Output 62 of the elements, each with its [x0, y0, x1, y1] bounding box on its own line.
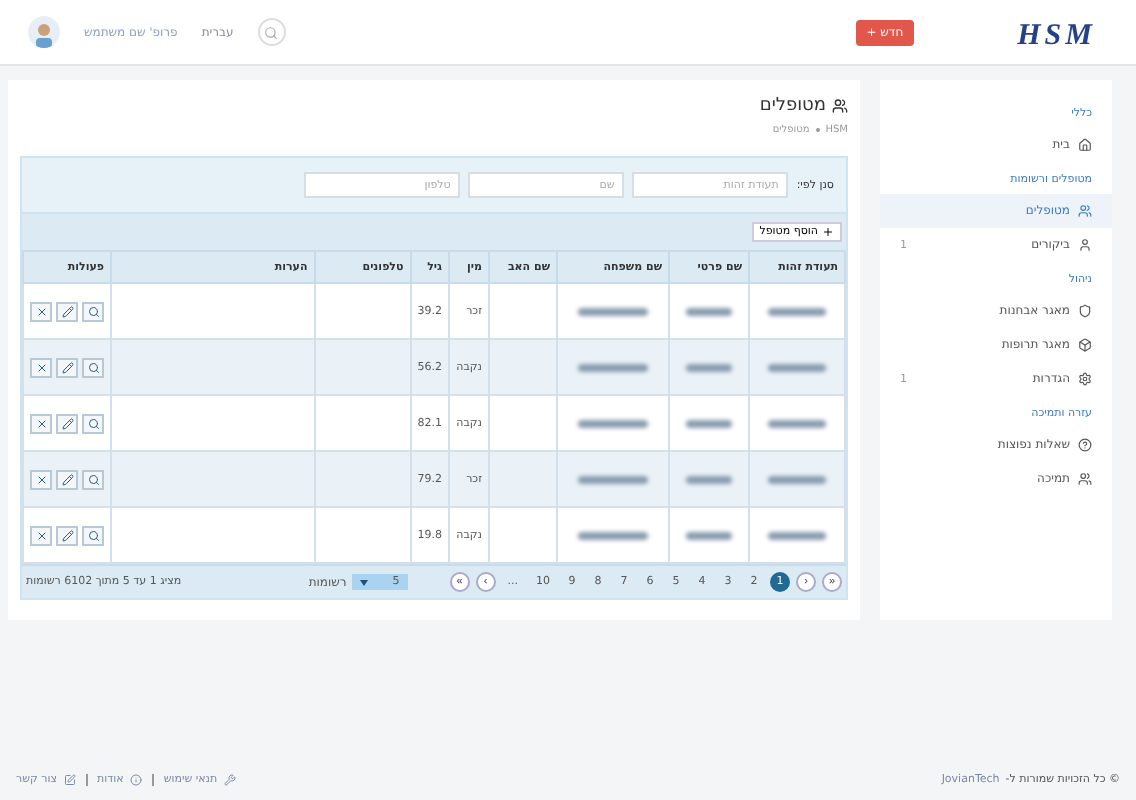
blurred-text	[685, 363, 733, 371]
search-icon	[87, 473, 99, 485]
blurred-text	[768, 307, 826, 315]
edit-button[interactable]	[56, 469, 78, 489]
edit-button[interactable]	[56, 301, 78, 321]
home-icon	[1078, 138, 1092, 152]
close-icon	[35, 529, 47, 541]
avatar-icon[interactable]	[28, 16, 60, 48]
delete-button[interactable]	[30, 357, 52, 377]
blurred-text	[685, 475, 733, 483]
pencil-icon	[61, 473, 73, 485]
blurred-text	[578, 475, 648, 483]
delete-button[interactable]	[30, 525, 52, 545]
blurred-text	[685, 419, 733, 427]
blurred-text	[685, 531, 733, 539]
caret-icon	[360, 579, 369, 585]
search-icon	[87, 529, 99, 541]
blurred-text	[578, 307, 648, 315]
edit-button[interactable]	[56, 525, 78, 545]
search-icon	[87, 417, 99, 429]
delete-button[interactable]	[30, 413, 52, 433]
delete-button[interactable]	[30, 301, 52, 321]
blurred-text	[578, 419, 648, 427]
close-icon	[35, 361, 47, 373]
pencil-icon	[61, 305, 73, 317]
plus-icon	[822, 226, 834, 238]
blurred-text	[768, 475, 826, 483]
view-button[interactable]	[82, 357, 104, 377]
pencil-icon	[61, 529, 73, 541]
close-icon	[35, 305, 47, 317]
edit-button[interactable]	[56, 413, 78, 433]
box-icon	[1078, 338, 1092, 352]
search-icon	[87, 361, 99, 373]
pencil-icon	[61, 417, 73, 429]
view-button[interactable]	[82, 301, 104, 321]
search-icon	[87, 305, 99, 317]
blurred-text	[578, 531, 648, 539]
users-icon	[1078, 204, 1092, 218]
pencil-icon	[61, 361, 73, 373]
blurred-text	[578, 363, 648, 371]
view-button[interactable]	[82, 525, 104, 545]
view-button[interactable]	[82, 469, 104, 489]
users-icon	[1078, 472, 1092, 486]
blurred-text	[685, 307, 733, 315]
wrench-icon	[223, 774, 236, 786]
logo[interactable]: HSM	[1017, 11, 1096, 53]
close-icon	[35, 473, 47, 485]
page-title: מטופלים	[759, 96, 826, 116]
user-icon	[1078, 238, 1092, 252]
blurred-text	[768, 531, 826, 539]
users-icon	[832, 98, 848, 114]
close-icon	[35, 417, 47, 429]
shield-icon	[1078, 304, 1092, 318]
blurred-text	[768, 363, 826, 371]
view-button[interactable]	[82, 413, 104, 433]
blurred-text	[768, 419, 826, 427]
delete-button[interactable]	[30, 469, 52, 489]
edit-icon	[63, 774, 76, 786]
settings-icon	[1078, 372, 1092, 386]
help-icon	[1078, 438, 1092, 452]
edit-button[interactable]	[56, 357, 78, 377]
info-icon	[129, 774, 142, 786]
